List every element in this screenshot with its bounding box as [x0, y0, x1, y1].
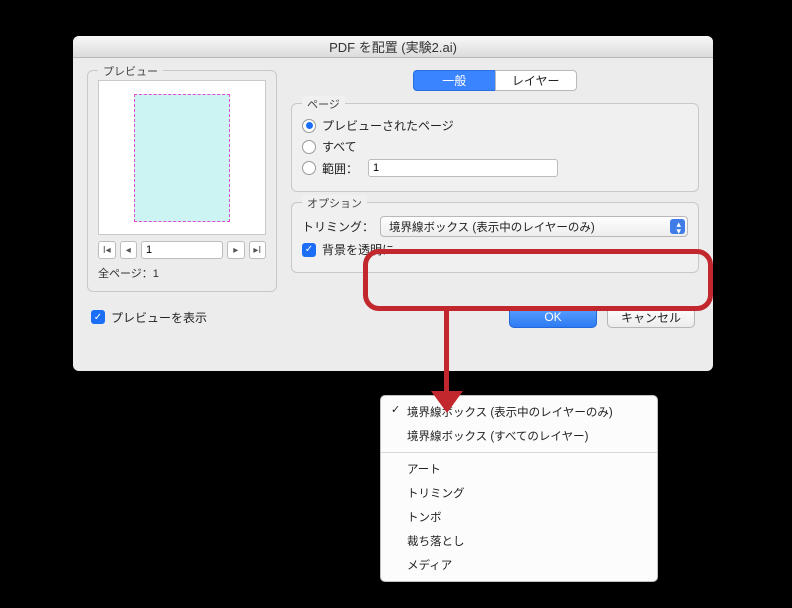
transparent-bg-checkbox[interactable]: ✓ — [302, 243, 316, 257]
radio-previewed-page-label: プレビューされたページ — [322, 117, 454, 134]
pages-group: ページ プレビューされたページ すべて 範囲： — [291, 103, 699, 192]
radio-all-pages[interactable] — [302, 140, 316, 154]
preview-thumbnail-area — [98, 80, 266, 235]
prev-page-button[interactable]: ◂ — [120, 241, 138, 259]
dd-item-crop[interactable]: トンボ — [381, 505, 657, 529]
cancel-button[interactable]: キャンセル — [607, 306, 695, 328]
settings-column: 一般 レイヤー ページ プレビューされたページ すべて 範囲： — [291, 70, 699, 292]
dialog-content: プレビュー I◂ ◂ ▸ ▸I 全ページ：1 — [73, 58, 713, 336]
first-page-button[interactable]: I◂ — [98, 241, 116, 259]
options-group: オプション トリミング： 境界線ボックス (表示中のレイヤーのみ) ▴▾ ✓ 背… — [291, 202, 699, 273]
trimming-label: トリミング： — [302, 218, 374, 235]
dd-item-trim[interactable]: トリミング — [381, 481, 657, 505]
radio-all-pages-label: すべて — [322, 138, 357, 155]
trimming-select[interactable]: 境界線ボックス (表示中のレイヤーのみ) ▴▾ — [380, 216, 688, 237]
tab-group: 一般 レイヤー — [413, 70, 577, 91]
preview-legend: プレビュー — [98, 63, 163, 79]
dd-item-bbox-all[interactable]: 境界線ボックス (すべてのレイヤー) — [381, 424, 657, 448]
dd-item-bbox-visible[interactable]: 境界線ボックス (表示中のレイヤーのみ) — [381, 400, 657, 424]
next-page-button[interactable]: ▸ — [227, 241, 245, 259]
dd-item-art[interactable]: アート — [381, 457, 657, 481]
place-pdf-dialog: PDF を配置 (実験2.ai) プレビュー I◂ ◂ ▸ ▸I — [73, 36, 713, 371]
total-pages-label: 全ページ：1 — [98, 265, 266, 281]
range-input[interactable] — [368, 159, 558, 177]
transparent-bg-label: 背景を透明に — [322, 241, 394, 258]
chevron-updown-icon: ▴▾ — [676, 221, 681, 235]
tab-layers[interactable]: レイヤー — [495, 70, 578, 91]
page-navigator: I◂ ◂ ▸ ▸I — [98, 241, 266, 259]
last-page-button[interactable]: ▸I — [249, 241, 267, 259]
dd-item-bleed[interactable]: 裁ち落とし — [381, 529, 657, 553]
preview-group: プレビュー I◂ ◂ ▸ ▸I 全ページ：1 — [87, 70, 277, 292]
dialog-footer: ✓ プレビューを表示 OK キャンセル — [87, 306, 699, 328]
trimming-select-value: 境界線ボックス (表示中のレイヤーのみ) — [389, 219, 595, 235]
dialog-title: PDF を配置 (実験2.ai) — [73, 36, 713, 58]
trimming-dropdown-panel: 境界線ボックス (表示中のレイヤーのみ) 境界線ボックス (すべてのレイヤー) … — [380, 395, 658, 582]
pages-legend: ページ — [302, 96, 345, 112]
options-legend: オプション — [302, 195, 367, 211]
show-preview-checkbox[interactable]: ✓ — [91, 310, 105, 324]
ok-button[interactable]: OK — [509, 306, 597, 328]
preview-thumbnail — [134, 94, 230, 222]
dropdown-separator — [381, 452, 657, 453]
show-preview-label: プレビューを表示 — [111, 309, 207, 326]
dd-item-media[interactable]: メディア — [381, 553, 657, 577]
tab-general[interactable]: 一般 — [413, 70, 495, 91]
page-number-input[interactable] — [141, 241, 223, 259]
radio-range-label: 範囲： — [322, 160, 358, 177]
radio-previewed-page[interactable] — [302, 119, 316, 133]
radio-range[interactable] — [302, 161, 316, 175]
